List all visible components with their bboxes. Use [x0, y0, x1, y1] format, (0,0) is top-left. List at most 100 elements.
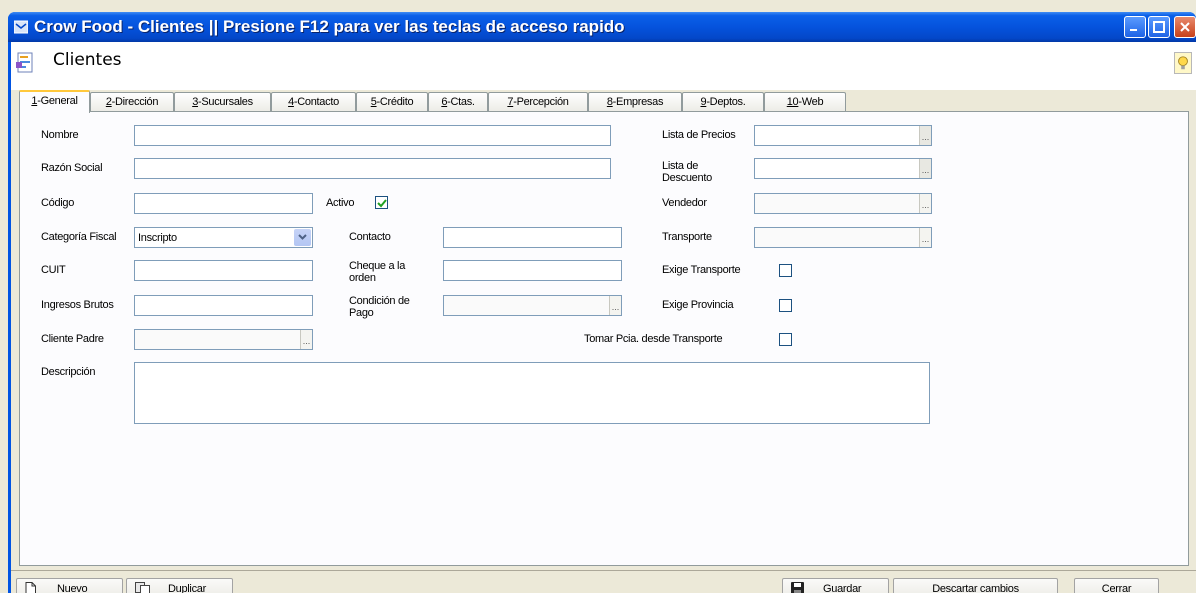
- cliente-padre-field[interactable]: ...: [134, 329, 313, 350]
- codigo-label: Código: [41, 197, 75, 209]
- ingresos-brutos-label: Ingresos Brutos: [41, 299, 114, 311]
- form-header: Clientes: [11, 42, 1196, 90]
- tab-empresas[interactable]: 8-Empresas: [588, 92, 682, 112]
- exige-provincia-label: Exige Provincia: [662, 299, 734, 311]
- title-bar[interactable]: Crow Food - Clientes || Presione F12 par…: [8, 12, 1196, 42]
- condicion-pago-label: Condición de Pago: [349, 295, 410, 319]
- tab-contacto[interactable]: 4-Contacto: [271, 92, 356, 112]
- descripcion-label: Descripción: [41, 366, 96, 378]
- close-button[interactable]: [1174, 16, 1196, 38]
- maximize-button[interactable]: [1148, 16, 1170, 38]
- cliente-padre-browse-button[interactable]: ...: [300, 330, 312, 349]
- tab-credito[interactable]: 5-Crédito: [356, 92, 428, 112]
- tab-label: -Deptos.: [706, 96, 746, 108]
- cuit-field[interactable]: [134, 260, 313, 281]
- razon-social-field[interactable]: [134, 158, 611, 179]
- tomar-pcia-label: Tomar Pcia. desde Transporte: [584, 333, 723, 345]
- lista-precios-browse-button[interactable]: ...: [919, 126, 931, 145]
- exige-transporte-checkbox[interactable]: [779, 264, 792, 277]
- vendedor-field[interactable]: ...: [754, 193, 932, 214]
- copy-icon: [135, 582, 150, 593]
- cerrar-button[interactable]: Cerrar: [1074, 578, 1159, 593]
- nuevo-text: uevo: [64, 583, 88, 593]
- vendedor-browse-button[interactable]: ...: [919, 194, 931, 213]
- minimize-icon: [1130, 29, 1137, 31]
- lightbulb-icon[interactable]: [1174, 52, 1192, 74]
- cheque-label-line2: orden: [349, 272, 376, 284]
- chevron-down-icon: [298, 234, 307, 240]
- new-document-icon: [25, 582, 36, 593]
- tab-percepcion[interactable]: 7-Percepción: [488, 92, 588, 112]
- tab-label: -Empresas: [612, 96, 664, 108]
- app-icon: [14, 20, 28, 34]
- razon-social-label: Razón Social: [41, 162, 103, 174]
- guardar-text: uardar: [831, 583, 862, 593]
- contacto-field[interactable]: [443, 227, 622, 248]
- contacto-label: Contacto: [349, 231, 391, 243]
- ingresos-brutos-field[interactable]: [134, 295, 313, 316]
- condicion-label-line1: Condición de: [349, 295, 410, 307]
- cerrar-label: Cerrar: [1102, 583, 1132, 593]
- descripcion-field[interactable]: [134, 362, 930, 424]
- lista-descuento-label-line1: Lista de: [662, 160, 699, 172]
- categoria-fiscal-label: Categoría Fiscal: [41, 231, 117, 243]
- clients-form-icon: [16, 52, 33, 73]
- tab-label: -Contacto: [293, 96, 339, 108]
- lista-descuento-label: Lista de Descuento: [662, 160, 712, 184]
- footer-separator: [11, 570, 1196, 571]
- nuevo-button[interactable]: Nuevo: [16, 578, 123, 593]
- condicion-pago-browse-button[interactable]: ...: [609, 296, 621, 315]
- tab-label: -General: [37, 95, 78, 107]
- tab-web[interactable]: 10-Web: [764, 92, 846, 112]
- cerrar-text: errar: [1109, 583, 1132, 593]
- duplicar-label: Duplicar: [168, 579, 206, 593]
- exige-transporte-label: Exige Transporte: [662, 264, 741, 276]
- transporte-browse-button[interactable]: ...: [919, 228, 931, 247]
- condicion-pago-field[interactable]: ...: [443, 295, 622, 316]
- categoria-fiscal-select[interactable]: Inscripto: [134, 227, 313, 248]
- window-client-area: Clientes 1-General 2-Dirección 3-Sucursa…: [11, 42, 1196, 593]
- duplicar-hotkey: D: [168, 583, 176, 593]
- general-tab-panel: Nombre Razón Social Código Activo Catego…: [19, 111, 1189, 566]
- nombre-field[interactable]: [134, 125, 611, 146]
- tab-label: -Ctas.: [447, 96, 475, 108]
- minimize-button[interactable]: [1124, 16, 1146, 38]
- tab-label: -Percepción: [513, 96, 569, 108]
- guardar-label: Guardar: [823, 579, 862, 593]
- tab-general[interactable]: 1-General: [19, 90, 90, 113]
- transporte-field[interactable]: ...: [754, 227, 932, 248]
- checkmark-icon: [377, 199, 387, 208]
- exige-provincia-checkbox[interactable]: [779, 299, 792, 312]
- maximize-icon: [1153, 21, 1165, 33]
- save-icon: [791, 582, 804, 593]
- descartar-label: Descartar cambios: [932, 583, 1019, 593]
- tab-deptos[interactable]: 9-Deptos.: [682, 92, 764, 112]
- activo-label: Activo: [326, 197, 355, 209]
- dropdown-button[interactable]: [294, 229, 311, 246]
- categoria-fiscal-value: Inscripto: [138, 232, 177, 244]
- cheque-label: Cheque a la orden: [349, 260, 405, 284]
- tomar-pcia-checkbox[interactable]: [779, 333, 792, 346]
- tab-ctas[interactable]: 6-Ctas.: [428, 92, 488, 112]
- nombre-label: Nombre: [41, 129, 79, 141]
- descartar-hotkey: D: [932, 583, 940, 593]
- guardar-button[interactable]: Guardar: [782, 578, 889, 593]
- duplicar-text: uplicar: [175, 583, 207, 593]
- duplicar-button[interactable]: Duplicar: [126, 578, 233, 593]
- descartar-cambios-button[interactable]: Descartar cambios: [893, 578, 1058, 593]
- codigo-field[interactable]: [134, 193, 313, 214]
- page-title: Clientes: [53, 50, 122, 70]
- tab-sucursales[interactable]: 3-Sucursales: [174, 92, 271, 112]
- tab-direccion[interactable]: 2-Dirección: [90, 92, 174, 112]
- lista-descuento-label-line2: Descuento: [662, 172, 712, 184]
- lista-precios-label: Lista de Precios: [662, 129, 736, 141]
- vendedor-label: Vendedor: [662, 197, 707, 209]
- cheque-orden-field[interactable]: [443, 260, 622, 281]
- lista-descuento-browse-button[interactable]: ...: [919, 159, 931, 178]
- lista-descuento-field[interactable]: ...: [754, 158, 932, 179]
- transporte-label: Transporte: [662, 231, 712, 243]
- condicion-label-line2: Pago: [349, 307, 374, 319]
- lista-precios-field[interactable]: ...: [754, 125, 932, 146]
- activo-checkbox[interactable]: [375, 196, 388, 209]
- tab-label: -Crédito: [376, 96, 414, 108]
